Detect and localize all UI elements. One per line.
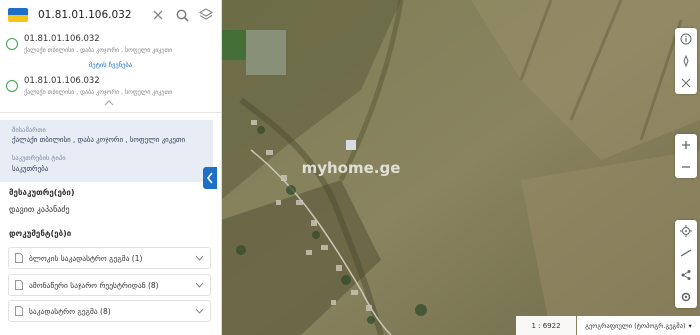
address-label: მისამართი <box>12 126 46 134</box>
map-tools-bottom <box>675 220 697 308</box>
locate-icon[interactable] <box>675 220 697 242</box>
owner-name: დავით კაპანაძე <box>9 205 70 214</box>
satellite-imagery[interactable] <box>221 0 700 335</box>
accordion-label: საკადასტრო გეგმა (8) <box>29 306 111 316</box>
compass-icon[interactable] <box>675 50 697 72</box>
address-value: ქალაქი თბილისი , დაბა კოჯორი , სოფელი კი… <box>12 136 186 144</box>
close-icon[interactable] <box>149 6 167 24</box>
map-view[interactable] <box>221 0 700 335</box>
map-tools-top <box>675 28 697 94</box>
info-icon[interactable] <box>675 28 697 50</box>
documents-heading: დოკუმენტ(ებ)ი <box>9 229 72 238</box>
list-item[interactable]: 01.81.01.106.032 ქალაქი თბილისი , დაბა კ… <box>0 74 221 100</box>
ownership-label: საკუთრების ტიპი <box>12 154 66 162</box>
zoom-out-icon[interactable] <box>675 156 697 178</box>
search-results: 01.81.01.106.032 ქალაქი თბილისი , დაბა კ… <box>0 30 221 113</box>
search-input[interactable]: 01.81.01.106.032 <box>38 9 149 21</box>
result-code: 01.81.01.106.032 <box>24 34 100 44</box>
basemap-selector[interactable]: გეოგრაფიული (ტოპოგრ.გეგმა) ▾ <box>577 316 700 335</box>
watermark-text: myhome.ge <box>301 159 401 177</box>
search-icon[interactable] <box>173 6 191 24</box>
collapse-panel-button[interactable] <box>203 167 217 189</box>
map-scale: 1 : 6922 <box>516 316 576 335</box>
document-icon <box>15 306 23 316</box>
ownership-value: საკუთრება <box>12 165 49 173</box>
owners-heading: მესაკუთრე(ები) <box>9 188 75 197</box>
result-code: 01.81.01.106.032 <box>24 76 100 86</box>
property-info: მისამართი ქალაქი თბილისი , დაბა კოჯორი ,… <box>0 120 213 182</box>
accordion-block-plan[interactable]: ბლოკის საკადასტრო გეგმა (1) <box>8 247 211 269</box>
accordion-cadastral-plan[interactable]: საკადასტრო გეგმა (8) <box>8 300 211 322</box>
zoom-controls <box>675 134 697 178</box>
share-icon[interactable] <box>675 264 697 286</box>
settings-icon[interactable] <box>675 286 697 308</box>
result-marker-icon <box>6 80 18 92</box>
list-item[interactable]: 01.81.01.106.032 ქალაქი თბილისი , დაბა კ… <box>0 32 221 58</box>
result-marker-icon <box>6 38 18 50</box>
document-icon <box>15 253 23 263</box>
zoom-in-icon[interactable] <box>675 134 697 156</box>
accordion-label: ამონაწერი საჯარო რეესტრიდან (8) <box>29 280 159 290</box>
measure-icon[interactable] <box>675 72 697 94</box>
logo-icon <box>8 8 28 22</box>
chevron-down-icon <box>195 255 204 261</box>
chevron-left-icon <box>206 172 213 184</box>
side-panel: 01.81.01.106.032 01.81.01.106.032 ქალაქი… <box>0 0 222 335</box>
result-address: ქალაქი თბილისი , დაბა კოჯორი , სოფელი კი… <box>24 47 173 54</box>
chevron-down-icon: ▾ <box>688 321 692 330</box>
basemap-label: გეოგრაფიული (ტოპოგრ.გეგმა) <box>585 321 686 330</box>
chevron-down-icon <box>195 282 204 288</box>
scale-value: 1 : 6922 <box>531 321 561 330</box>
chevron-up-icon[interactable] <box>104 99 114 107</box>
result-address: ქალაქი თბილისი , დაბა კოჯორი , სოფელი კი… <box>24 89 173 96</box>
search-bar: 01.81.01.106.032 <box>0 0 221 31</box>
accordion-registry-extract[interactable]: ამონაწერი საჯარო რეესტრიდან (8) <box>8 274 211 296</box>
accordion-label: ბლოკის საკადასტრო გეგმა (1) <box>29 253 143 263</box>
chevron-down-icon <box>195 308 204 314</box>
document-icon <box>15 280 23 290</box>
layers-icon[interactable] <box>197 6 215 24</box>
show-more-link[interactable]: მეტის ჩვენება <box>0 61 221 69</box>
watermark: myhome.ge <box>296 155 406 181</box>
ruler-icon[interactable] <box>675 242 697 264</box>
